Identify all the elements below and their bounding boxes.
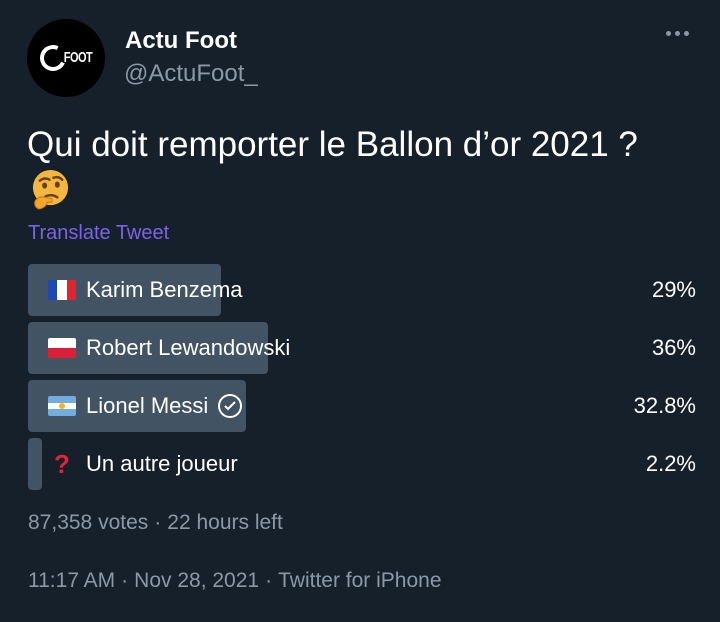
tweet-source[interactable]: Twitter for iPhone [278,569,441,592]
tweet-text: Qui doit remporter le Ballon d’or 2021 ? [27,125,638,164]
poll-option-label: Un autre joueur [86,451,238,476]
poll-option-percent: 29% [651,277,696,302]
poland-flag-icon [48,338,76,358]
poll-bar [28,438,42,490]
poll-time-left: 22 hours left [167,511,283,534]
tweet-card: FOOT Actu Foot @ActuFoot_ Qui doit rempo… [0,0,720,622]
argentina-flag-icon [48,396,76,416]
separator: · [154,511,162,534]
poll-votes: 87,358 votes [28,511,149,534]
poll-option-label: Robert Lewandowski [86,335,291,360]
actu-foot-logo-icon: FOOT [36,41,93,75]
author-display-name[interactable]: Actu Foot [125,27,237,55]
poll-option-label: Lionel Messi [86,393,209,418]
poll-option-un-autre-joueur: ? Un autre joueur 2.2% [28,438,696,490]
thinking-face-icon [32,169,69,210]
author-handle[interactable]: @ActuFoot_ [124,60,258,88]
poll-option-robert-lewandowski: Robert Lewandowski 36% [28,322,696,374]
tweet-time[interactable]: 11:17 AM [28,569,115,592]
separator: · [121,569,129,592]
question-mark-icon: ? [54,448,70,479]
poll-option-percent: 2.2% [645,451,696,476]
avatar[interactable]: FOOT [27,19,105,97]
poll-option-percent: 36% [651,335,696,360]
separator: · [265,569,273,592]
poll-option-percent: 32.8% [633,393,696,418]
tweet-date[interactable]: Nov 28, 2021 [134,569,259,592]
more-options-icon[interactable] [666,31,689,36]
check-circle-icon [218,394,243,418]
translate-tweet-link[interactable]: Translate Tweet [28,222,169,245]
poll-option-lionel-messi: Lionel Messi 32.8% [28,380,696,432]
poll-option-karim-benzema: Karim Benzema 29% [28,264,696,316]
poll-meta: 87,358 votes · 22 hours left [28,511,283,535]
tweet-timestamp: 11:17 AM · Nov 28, 2021 · Twitter for iPhone [28,569,442,593]
poll-option-label: Karim Benzema [86,277,243,302]
france-flag-icon [48,280,76,300]
